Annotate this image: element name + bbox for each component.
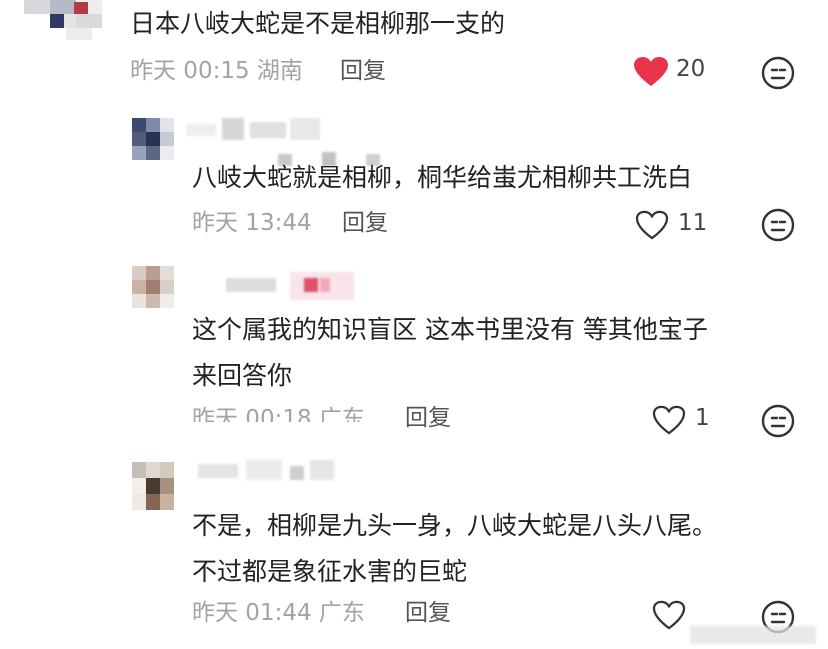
username-redacted[interactable]	[186, 118, 326, 140]
comment-time: 昨天 13:44	[192, 210, 312, 236]
reply-button[interactable]: 回复	[340, 56, 386, 86]
reply-button[interactable]: 回复	[342, 208, 388, 238]
comment-text-line: 不是，相柳是九头一身，八岐大蛇是八头八尾。	[192, 511, 718, 540]
comment-meta: 昨天 01:44 广东	[192, 598, 365, 628]
comment-text-line: 这个属我的知识盲区 这本书里没有 等其他宝子	[192, 315, 708, 344]
comment-text-line: 来回答你	[192, 361, 293, 390]
comment-meta: 昨天 00:18 广东	[192, 404, 365, 422]
like-count: 20	[676, 56, 706, 82]
comment-text: 八岐大蛇就是相柳，桐华给蚩尤相柳共工洗白	[192, 163, 693, 192]
comment-text: 日本八岐大蛇是不是相柳那一支的	[130, 9, 506, 38]
watermark	[690, 622, 820, 646]
comment-location: 湖南	[256, 58, 303, 84]
heart-icon[interactable]	[652, 600, 686, 630]
unhappy-face-icon[interactable]	[761, 56, 795, 90]
reply-button[interactable]: 回复	[405, 403, 451, 433]
unhappy-face-icon[interactable]	[761, 208, 795, 242]
username-redacted[interactable]	[186, 272, 356, 300]
comment-time: 昨天 00:18	[192, 406, 312, 422]
unhappy-face-icon[interactable]	[761, 404, 795, 438]
heart-icon[interactable]	[635, 210, 669, 240]
comment-meta: 昨天 13:44	[192, 208, 312, 238]
comment-time: 昨天 00:15	[130, 58, 250, 84]
like-count: 11	[678, 210, 708, 236]
comment-meta: 昨天 00:15 湖南	[130, 56, 303, 86]
avatar[interactable]	[24, 0, 102, 40]
comment-text-line: 不过都是象征水害的巨蛇	[192, 557, 468, 586]
heart-icon[interactable]	[633, 56, 669, 88]
comment-location: 广东	[318, 406, 365, 422]
avatar[interactable]	[132, 266, 174, 308]
comment-time: 昨天 01:44	[192, 600, 312, 626]
reply-button[interactable]: 回复	[405, 598, 451, 628]
username-redacted[interactable]	[198, 460, 338, 482]
heart-icon[interactable]	[652, 405, 686, 435]
avatar[interactable]	[132, 118, 174, 160]
avatar[interactable]	[132, 462, 174, 510]
comment-location: 广东	[318, 600, 365, 626]
like-count: 1	[695, 405, 710, 431]
